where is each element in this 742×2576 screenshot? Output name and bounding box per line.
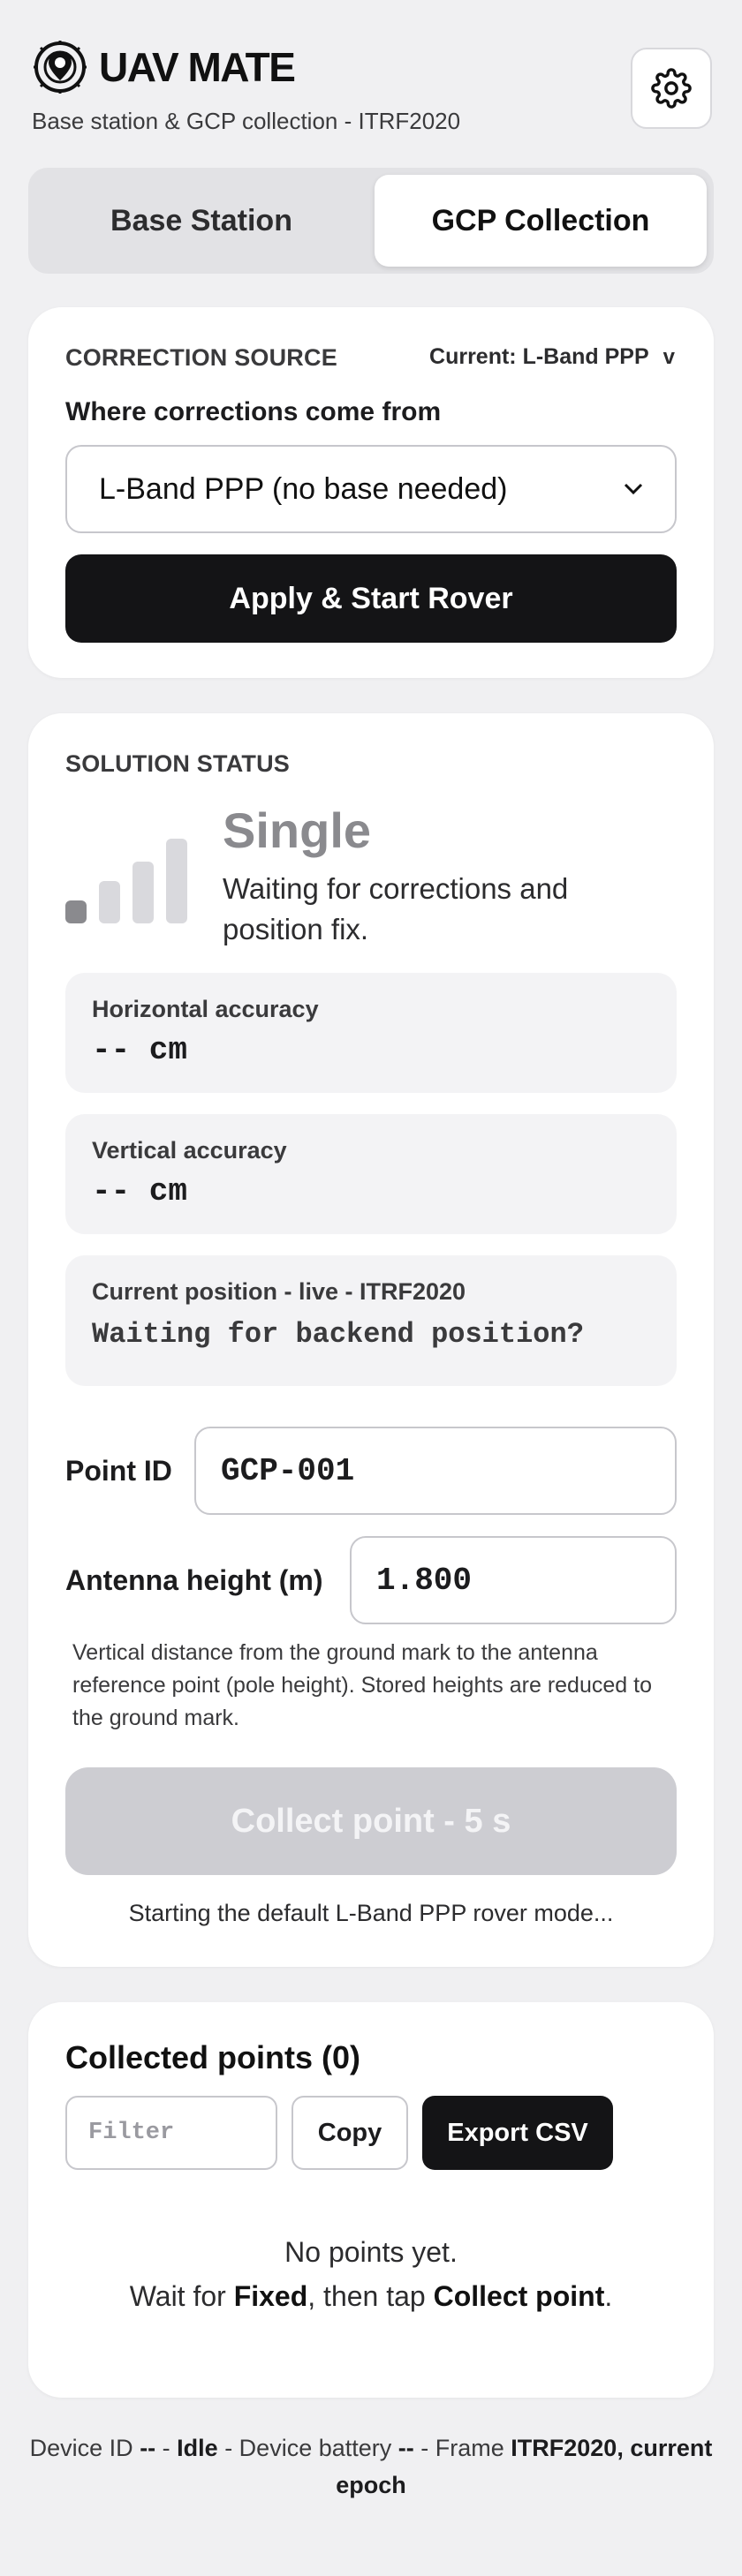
- filter-input[interactable]: Filter: [65, 2096, 277, 2170]
- antenna-height-help: Vertical distance from the ground mark t…: [72, 1640, 652, 1730]
- device-id-value: --: [140, 2435, 156, 2461]
- vertical-accuracy-label: Vertical accuracy: [92, 1137, 287, 1164]
- current-source-label: Current: L-Band PPP: [429, 344, 649, 369]
- chevron-down-icon: v: [662, 345, 675, 369]
- vertical-accuracy-value: -- cm: [92, 1173, 188, 1209]
- rover-status-message: Starting the default L-Band PPP rover mo…: [128, 1900, 614, 1926]
- horizontal-accuracy-box: Horizontal accuracy -- cm: [65, 973, 677, 1093]
- export-csv-button[interactable]: Export CSV: [422, 2096, 613, 2170]
- settings-button[interactable]: [631, 48, 712, 129]
- point-id-input[interactable]: GCP-001: [194, 1427, 677, 1515]
- correction-source-value: L-Band PPP (no base needed): [99, 471, 508, 506]
- apply-start-rover-button[interactable]: Apply & Start Rover: [65, 554, 677, 643]
- antenna-height-row: Antenna height (m) 1.800: [65, 1536, 677, 1624]
- copy-button[interactable]: Copy: [292, 2096, 408, 2170]
- logo-row: UAV MATE: [32, 39, 712, 95]
- app-subtitle: Base station & GCP collection - ITRF2020: [32, 108, 461, 134]
- device-id-label: Device ID: [29, 2435, 140, 2461]
- battery-value: --: [398, 2435, 414, 2461]
- gear-icon: [651, 68, 692, 109]
- drone-logo-icon: [34, 41, 87, 94]
- current-position-box: Current position - live - ITRF2020 Waiti…: [65, 1255, 677, 1386]
- frame-label: - Frame: [413, 2435, 511, 2461]
- empty-text-c: , then tap: [307, 2280, 434, 2312]
- tab-gcp-collection[interactable]: GCP Collection: [375, 175, 707, 267]
- collect-point-button[interactable]: Collect point - 5 s: [65, 1767, 677, 1875]
- signal-bar-1: [65, 900, 87, 923]
- point-id-label: Point ID: [65, 1454, 172, 1487]
- current-source-toggle[interactable]: Current: L-Band PPP v: [429, 344, 675, 370]
- point-id-row: Point ID GCP-001: [65, 1427, 677, 1515]
- app-header: UAV MATE Base station & GCP collection -…: [32, 39, 712, 145]
- collected-points-card: Collected points (0) Filter Copy Export …: [28, 2002, 714, 2398]
- empty-fixed-word: Fixed: [233, 2280, 308, 2312]
- vertical-accuracy-box: Vertical accuracy -- cm: [65, 1114, 677, 1234]
- corrections-field-label: Where corrections come from: [65, 397, 442, 426]
- footer-sep: -: [155, 2435, 178, 2461]
- correction-source-heading: CORRECTION SOURCE: [65, 344, 337, 371]
- select-chevron-icon: [624, 483, 643, 495]
- signal-strength-icon: [65, 839, 187, 923]
- signal-bar-4: [166, 839, 187, 923]
- empty-text-e: .: [604, 2280, 613, 2312]
- empty-collect-word: Collect point: [433, 2280, 605, 2312]
- battery-label: - Device battery: [217, 2435, 398, 2461]
- device-state: Idle: [177, 2435, 218, 2461]
- empty-state-line-2: Wait for Fixed, then tap Collect point.: [28, 2274, 714, 2318]
- correction-source-select[interactable]: L-Band PPP (no base needed): [65, 445, 677, 533]
- current-position-label: Current position - live - ITRF2020: [92, 1278, 466, 1305]
- collected-points-title: Collected points (0): [65, 2039, 361, 2075]
- signal-bar-3: [132, 862, 154, 923]
- horizontal-accuracy-value: -- cm: [92, 1032, 188, 1068]
- antenna-height-label: Antenna height (m): [65, 1563, 323, 1596]
- solution-status-card: SOLUTION STATUS Single Waiting for corre…: [28, 713, 714, 1967]
- solution-status-description: Waiting for corrections and position fix…: [223, 872, 569, 945]
- tab-base-station[interactable]: Base Station: [35, 175, 367, 267]
- empty-state-line-1: No points yet.: [284, 2236, 458, 2268]
- solution-status-value: Single: [223, 802, 372, 858]
- antenna-height-input[interactable]: 1.800: [350, 1536, 677, 1624]
- app-title: UAV MATE: [99, 44, 296, 90]
- device-footer: Device ID -- - Idle - Device battery -- …: [18, 2429, 724, 2504]
- empty-state: No points yet. Wait for Fixed, then tap …: [28, 2230, 714, 2318]
- current-position-value: Waiting for backend position?: [92, 1318, 584, 1351]
- status-row: Single Waiting for corrections and posit…: [65, 802, 677, 945]
- signal-bar-2: [99, 881, 120, 923]
- correction-source-card: CORRECTION SOURCE Current: L-Band PPP v W…: [28, 307, 714, 678]
- empty-text-a: Wait for: [129, 2280, 234, 2312]
- horizontal-accuracy-label: Horizontal accuracy: [92, 996, 319, 1022]
- solution-status-heading: SOLUTION STATUS: [65, 750, 290, 777]
- mode-tabs: Base Station GCP Collection: [28, 168, 714, 274]
